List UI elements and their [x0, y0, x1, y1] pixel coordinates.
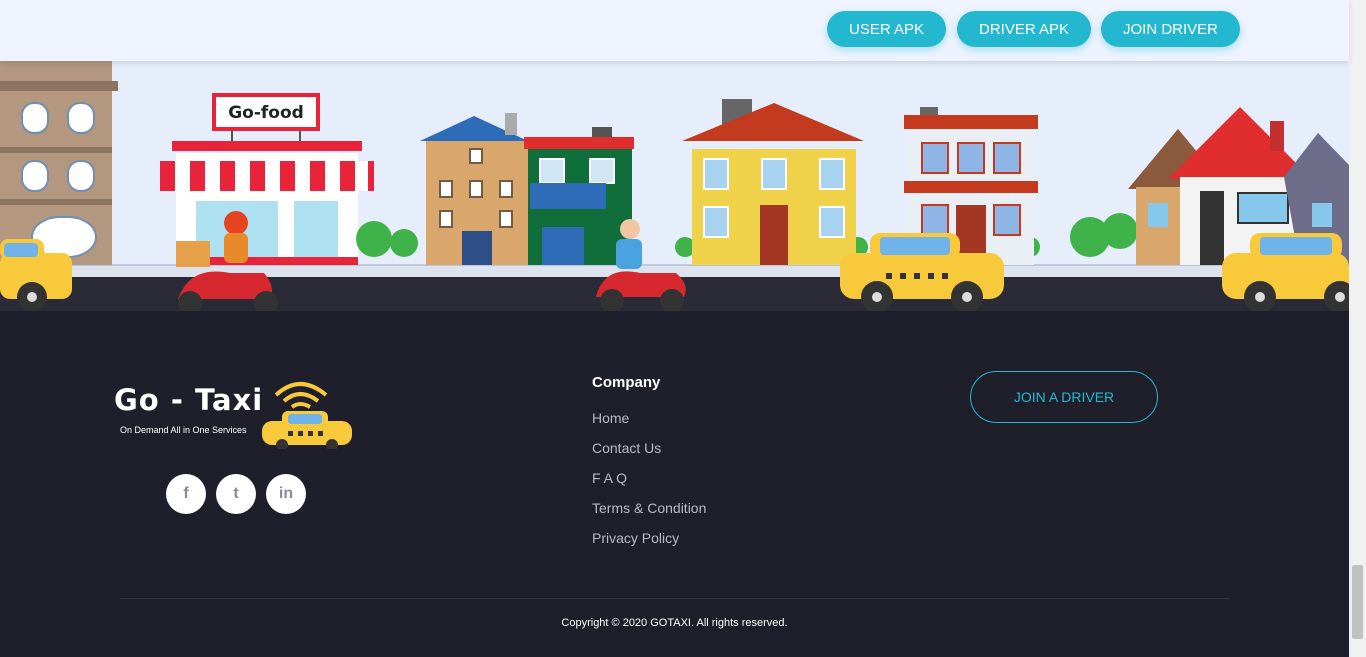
city-scene-svg: Go-food — [0, 61, 1349, 311]
footer-link-home[interactable]: Home — [592, 410, 629, 426]
company-heading: Company — [592, 374, 661, 391]
footer-link-privacy[interactable]: Privacy Policy — [592, 530, 679, 546]
go-food-shop: Go-food — [160, 93, 374, 265]
page-scrollbar[interactable] — [1349, 0, 1366, 657]
tan-house — [420, 113, 528, 265]
facebook-glyph: f — [183, 485, 189, 502]
shop-sign-text: Go-food — [228, 103, 304, 123]
join-a-driver-button[interactable]: JOIN A DRIVER — [970, 371, 1158, 423]
top-header: USER APK DRIVER APK JOIN DRIVER — [0, 0, 1349, 61]
driver-apk-button[interactable]: DRIVER APK — [957, 11, 1091, 47]
city-illustration: Go-food — [0, 61, 1349, 311]
logo-name: Go - Taxi — [114, 383, 264, 417]
taxi-logo-icon — [262, 382, 352, 449]
footer-link-terms[interactable]: Terms & Condition — [592, 500, 706, 516]
scrollbar-thumb[interactable] — [1352, 565, 1363, 639]
linkedin-icon[interactable]: in — [266, 474, 306, 514]
facebook-icon[interactable]: f — [166, 474, 206, 514]
logo-tagline: On Demand All in One Services — [120, 425, 247, 435]
linkedin-glyph: in — [278, 485, 294, 502]
twitter-icon[interactable]: t — [216, 474, 256, 514]
join-driver-button[interactable]: JOIN DRIVER — [1101, 11, 1240, 47]
site-footer: Go - Taxi On Demand All in One Services … — [0, 311, 1349, 657]
footer-divider — [120, 598, 1230, 599]
apartment-building — [0, 61, 118, 265]
twitter-glyph: t — [233, 485, 239, 502]
footer-link-faq[interactable]: F A Q — [592, 470, 627, 486]
copyright-text: Copyright © 2020 GOTAXI. All rights rese… — [561, 617, 788, 629]
footer-link-contact[interactable]: Contact Us — [592, 440, 661, 456]
user-apk-button[interactable]: USER APK — [827, 11, 946, 47]
go-taxi-logo[interactable]: Go - Taxi On Demand All in One Services — [114, 373, 354, 449]
yellow-house — [682, 99, 864, 265]
